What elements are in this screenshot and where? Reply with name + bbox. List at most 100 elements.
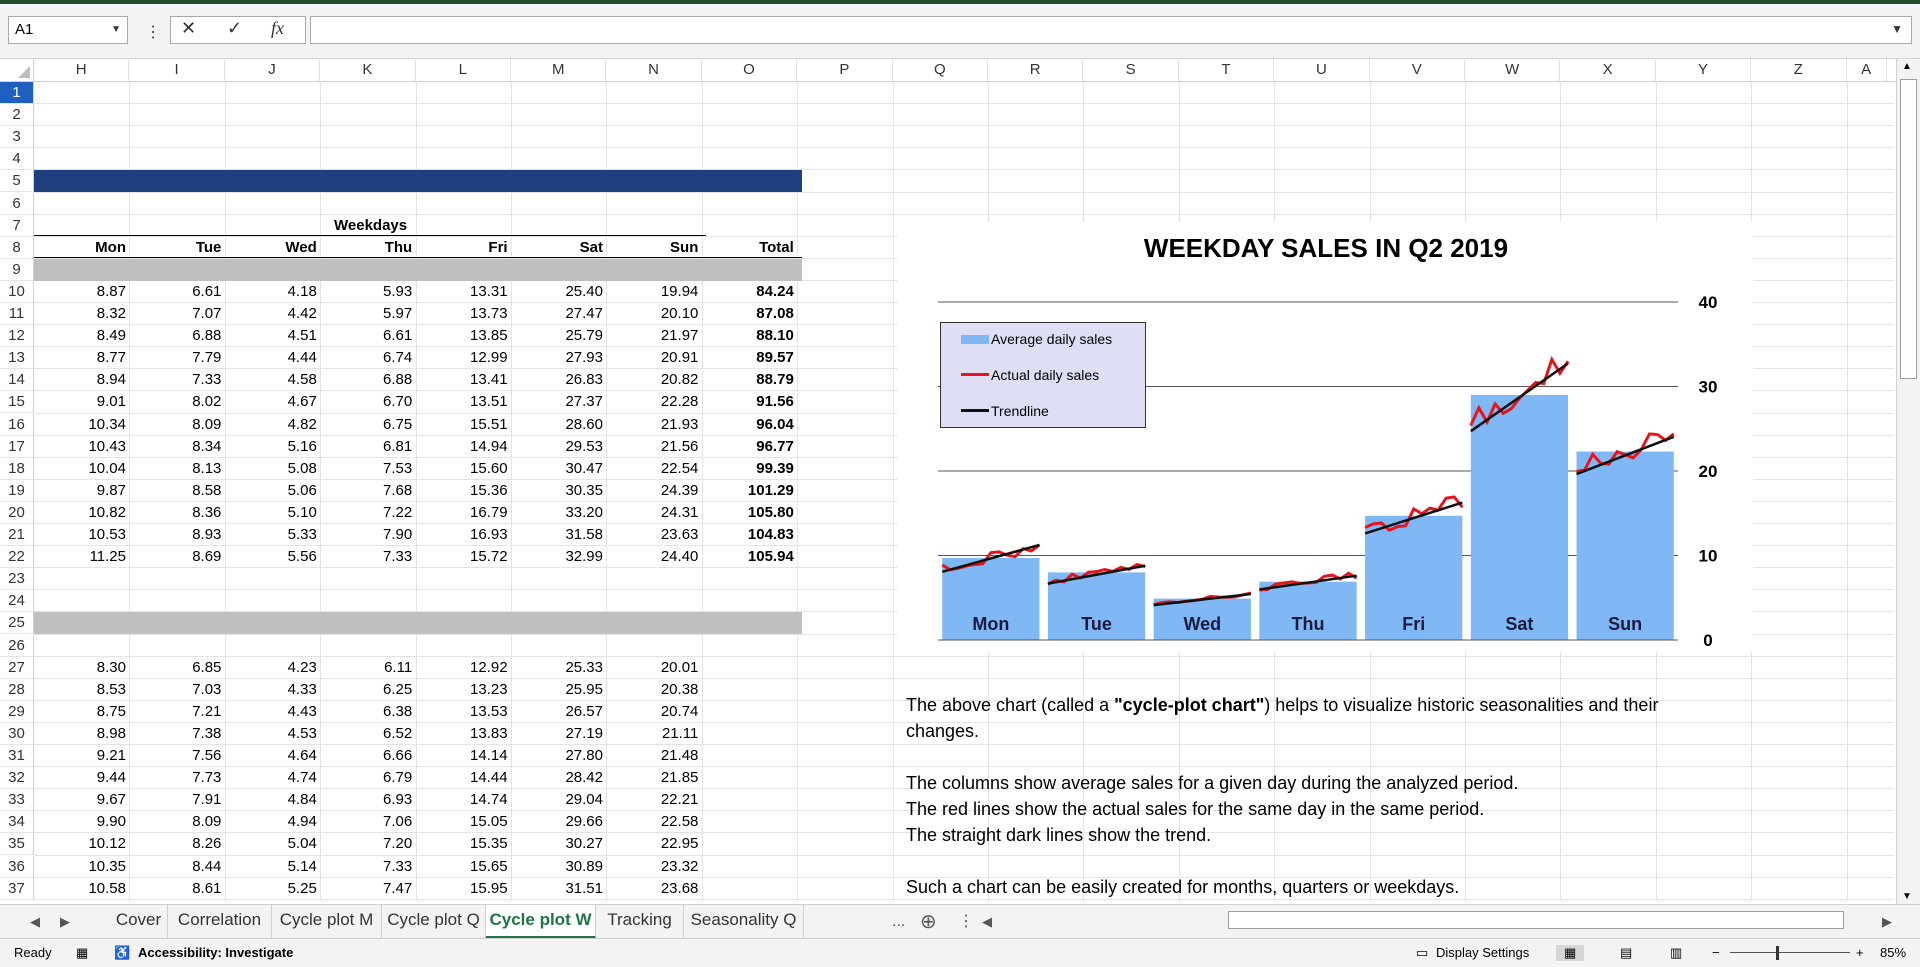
sheet-tab-cycle-plot-w[interactable]: Cycle plot W [486,905,596,939]
table-cell[interactable]: 31.51 [511,880,603,897]
table-cell[interactable]: 8.36 [129,504,221,521]
column-header-V[interactable]: V [1370,59,1465,81]
scroll-left-icon[interactable]: ◀ [982,905,992,939]
row-header-12[interactable]: 12 [0,325,34,348]
sheet-tab-cycle-plot-q[interactable]: Cycle plot Q [382,905,486,939]
normal-view-icon[interactable]: ▦ [1556,945,1585,961]
table-cell[interactable]: 25.40 [511,283,603,300]
table-cell[interactable]: 15.35 [416,835,508,852]
table-cell[interactable]: 14.44 [416,769,508,786]
prev-sheet-icon[interactable]: ◀ [30,905,40,939]
table-cell[interactable]: 15.72 [416,548,508,565]
table-cell[interactable]: 5.14 [225,858,317,875]
table-cell[interactable]: 22.21 [606,791,699,808]
enter-icon[interactable]: ✓ [227,18,242,39]
table-cell[interactable]: 13.53 [416,703,508,720]
page-layout-icon[interactable]: ▤ [1620,945,1632,961]
table-cell[interactable]: 9.87 [34,482,126,499]
zoom-slider[interactable] [1730,952,1850,953]
row-header-28[interactable]: 28 [0,678,34,701]
table-cell[interactable]: 22.54 [606,460,699,477]
table-cell[interactable]: 14.74 [416,791,508,808]
row-header-14[interactable]: 14 [0,369,34,392]
table-cell[interactable]: 7.03 [129,681,221,698]
table-cell[interactable]: 4.42 [225,305,317,322]
column-header-N[interactable]: N [606,59,702,81]
table-cell[interactable]: 20.38 [606,681,699,698]
table-cell[interactable]: 4.64 [225,747,317,764]
row-header-1[interactable]: 1 [0,82,34,105]
table-cell[interactable]: 8.87 [34,283,126,300]
row-header-19[interactable]: 19 [0,479,34,502]
column-header-Q[interactable]: Q [893,59,988,81]
column-header-A[interactable]: A [1847,59,1887,81]
accessibility-icon[interactable]: ♿ [114,945,130,961]
table-cell[interactable]: 4.84 [225,791,317,808]
table-cell[interactable]: 15.36 [416,482,508,499]
table-cell[interactable]: 4.43 [225,703,317,720]
scroll-up-icon[interactable]: ▲ [1902,61,1912,72]
row-header-34[interactable]: 34 [0,811,34,834]
table-cell[interactable]: 30.47 [511,460,603,477]
column-header-Y[interactable]: Y [1656,59,1752,81]
sheet-tab-cover[interactable]: Cover [110,905,168,939]
row-header-8[interactable]: 8 [0,236,34,259]
table-cell[interactable]: 8.69 [129,548,221,565]
column-header-H[interactable]: H [34,59,130,81]
table-cell[interactable]: 16.93 [416,526,508,543]
table-cell[interactable]: 21.93 [606,416,699,433]
table-cell[interactable]: 24.31 [606,504,699,521]
table-cell[interactable]: 6.52 [320,725,412,742]
table-cell[interactable]: 13.23 [416,681,508,698]
row-header-18[interactable]: 18 [0,457,34,480]
table-cell[interactable]: 9.67 [34,791,126,808]
table-cell[interactable]: 7.33 [129,371,221,388]
table-cell[interactable]: 27.93 [511,349,603,366]
table-cell[interactable]: 11.25 [34,548,126,565]
table-cell[interactable]: 15.51 [416,416,508,433]
table-cell[interactable]: 8.75 [34,703,126,720]
row-header-24[interactable]: 24 [0,590,34,613]
table-cell[interactable]: 8.09 [129,813,221,830]
table-cell[interactable]: 8.49 [34,327,126,344]
table-cell[interactable]: 89.57 [702,349,794,366]
column-header-J[interactable]: J [225,59,321,81]
row-header-13[interactable]: 13 [0,347,34,370]
table-cell[interactable]: 21.48 [606,747,699,764]
table-cell[interactable]: 5.33 [225,526,317,543]
row-header-11[interactable]: 11 [0,303,34,326]
table-cell[interactable]: 30.27 [511,835,603,852]
macro-record-icon[interactable]: ▦ [76,945,88,961]
table-cell[interactable]: 28.60 [511,416,603,433]
row-header-32[interactable]: 32 [0,767,34,790]
row-header-5[interactable]: 5 [0,170,34,193]
cancel-icon[interactable]: ✕ [181,18,196,39]
table-cell[interactable]: 104.83 [702,526,794,543]
add-sheet-icon[interactable]: ⊕ [920,905,937,939]
table-cell[interactable]: 22.95 [606,835,699,852]
table-cell[interactable]: 6.88 [320,371,412,388]
zoom-out-icon[interactable]: − [1712,945,1720,960]
table-cell[interactable]: 4.44 [225,349,317,366]
table-cell[interactable]: 8.94 [34,371,126,388]
table-cell[interactable]: 87.08 [702,305,794,322]
column-header-T[interactable]: T [1179,59,1275,81]
table-cell[interactable]: 7.73 [129,769,221,786]
table-cell[interactable]: 26.83 [511,371,603,388]
column-header-W[interactable]: W [1465,59,1561,81]
table-cell[interactable]: 7.91 [129,791,221,808]
table-cell[interactable]: 5.25 [225,880,317,897]
row-header-22[interactable]: 22 [0,546,34,569]
table-cell[interactable]: 10.43 [34,438,126,455]
row-header-10[interactable]: 10 [0,280,34,303]
table-cell[interactable]: 88.10 [702,327,794,344]
table-cell[interactable]: 7.06 [320,813,412,830]
row-header-37[interactable]: 37 [0,877,34,900]
table-cell[interactable]: 8.77 [34,349,126,366]
table-cell[interactable]: 20.10 [606,305,699,322]
table-cell[interactable]: 33.20 [511,504,603,521]
table-cell[interactable]: 8.53 [34,681,126,698]
table-cell[interactable]: 23.63 [606,526,699,543]
column-header-K[interactable]: K [320,59,416,81]
vertical-scrollbar[interactable]: ▲ ▼ [1896,59,1920,904]
